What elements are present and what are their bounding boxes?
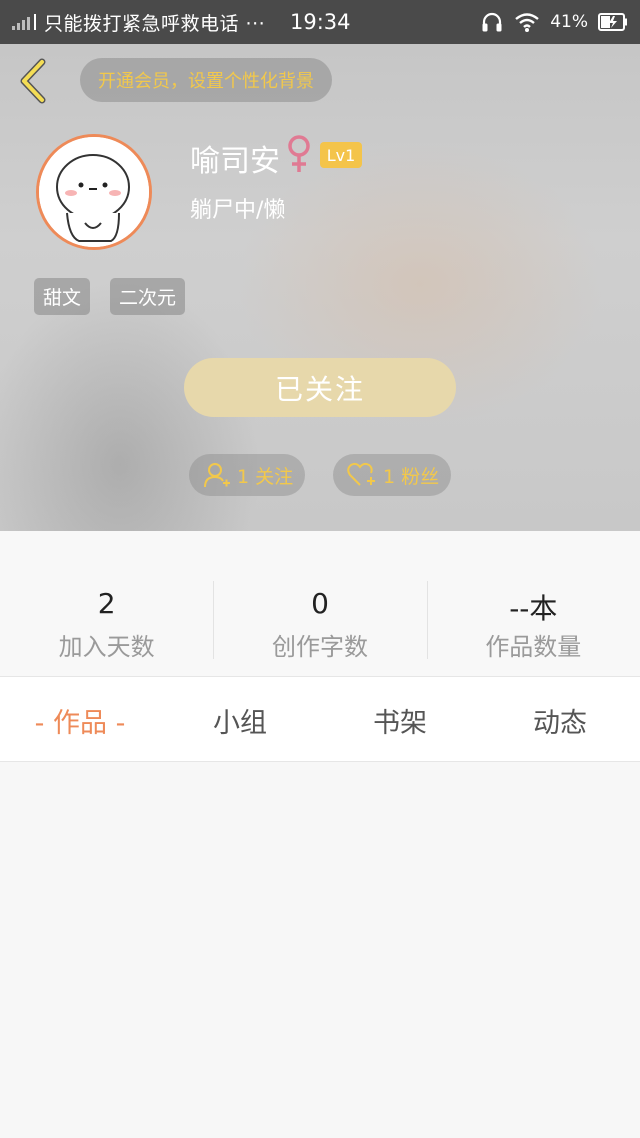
level-badge: Lv1 — [320, 142, 362, 168]
status-bar: 只能拨打紧急呼救电话 ··· 19:34 41% — [0, 0, 640, 44]
stat-works-count: --本 作品数量 — [426, 531, 640, 676]
tag-acg[interactable]: 二次元 — [110, 278, 186, 315]
user-name: 喻司安 — [190, 144, 280, 179]
fans-count: 1 粉丝 — [383, 465, 440, 488]
stat-word-count: 0 创作字数 — [213, 531, 426, 676]
following-count: 1 关注 — [237, 465, 294, 488]
stat-label: 作品数量 — [485, 633, 582, 661]
female-icon — [288, 135, 310, 172]
fans-chip[interactable]: 1 粉丝 — [333, 454, 452, 496]
stats-panel: 2 加入天数 0 创作字数 --本 作品数量 — [0, 531, 640, 676]
vip-banner[interactable]: 开通会员，设置个性化背景 — [80, 58, 332, 102]
stat-value: 0 — [311, 587, 329, 620]
stat-label: 创作字数 — [271, 633, 368, 661]
battery-charging-icon — [598, 13, 627, 31]
tab-activity[interactable]: 动态 — [480, 677, 640, 763]
battery-percent: 41% — [550, 12, 588, 32]
signal-icon — [12, 14, 36, 30]
follow-button[interactable]: 已关注 — [184, 358, 456, 417]
headphones-icon — [482, 12, 502, 32]
tab-bar: - 作品 - 小组 书架 动态 — [0, 676, 640, 762]
tag-sweet[interactable]: 甜文 — [34, 278, 91, 315]
content-area — [0, 762, 640, 1138]
following-chip[interactable]: 1 关注 — [189, 454, 306, 496]
stat-value: 2 — [97, 587, 116, 620]
status-right: 41% — [480, 0, 628, 44]
avatar[interactable] — [36, 134, 152, 250]
avatar-image — [39, 137, 149, 247]
status-time: 19:34 — [290, 10, 351, 34]
heart-add-icon — [347, 462, 375, 486]
user-add-icon — [204, 463, 230, 488]
wifi-icon — [515, 13, 539, 32]
stat-label: 加入天数 — [58, 633, 155, 661]
stat-join-days: 2 加入天数 — [0, 531, 213, 676]
tab-works[interactable]: - 作品 - — [0, 677, 160, 763]
status-left: 只能拨打紧急呼救电话 ··· — [12, 0, 265, 44]
user-status: 躺尸中/懒 — [190, 198, 286, 223]
tab-groups[interactable]: 小组 — [160, 677, 320, 763]
tab-bookshelf[interactable]: 书架 — [320, 677, 480, 763]
back-button[interactable] — [14, 56, 54, 106]
profile-header: 开通会员，设置个性化背景 喻司安 Lv1 躺尸中/懒 甜文 二次元 已关注 1 … — [0, 44, 640, 531]
stat-value: --本 — [509, 592, 558, 625]
carrier-text: 只能拨打紧急呼救电话 ··· — [44, 12, 266, 35]
